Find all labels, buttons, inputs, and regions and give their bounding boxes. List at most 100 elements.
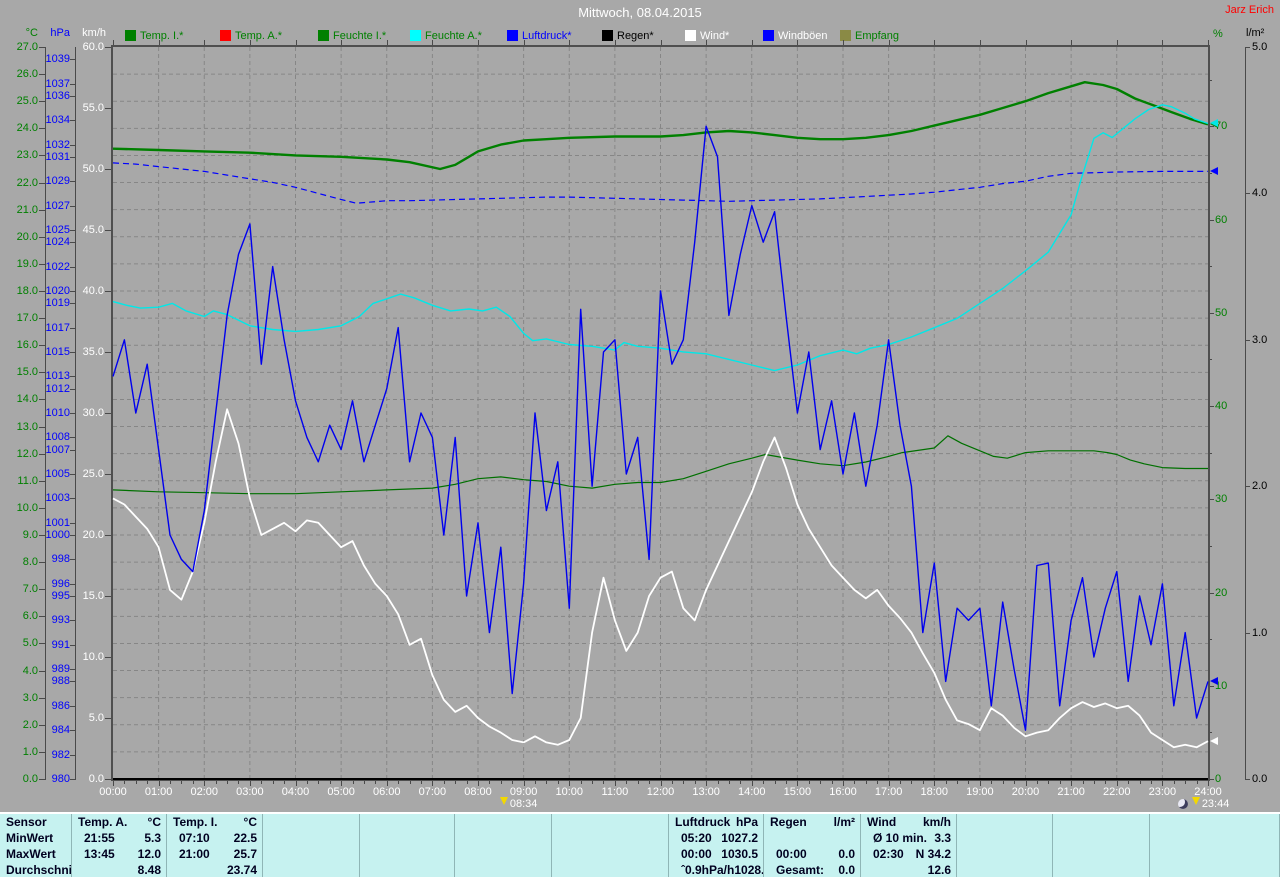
time-minor-tick	[1174, 781, 1175, 784]
humidity-tick-label: 60	[1215, 214, 1239, 226]
pressure-tick-label: 989	[30, 663, 70, 675]
wind-tick	[105, 718, 112, 719]
table-sensor-column	[263, 814, 360, 877]
legend-label: Windböen	[778, 30, 828, 42]
table-sensor-column: LuftdruckhPa05:201027.200:001030.5ˆ0.9hP…	[669, 814, 764, 877]
rain-tick	[1245, 779, 1250, 780]
pressure-tick-label: 1036	[30, 90, 70, 102]
table-sensor-column: Temp. A.°C21:555.313:4512.08.48	[72, 814, 167, 877]
celsius-tick	[39, 698, 45, 699]
table-column-header	[360, 814, 454, 830]
pressure-tick-label: 1032	[30, 139, 70, 151]
table-cell-value: 1030.5	[721, 846, 758, 862]
time-minor-tick	[375, 781, 376, 784]
pressure-tick	[70, 376, 75, 377]
table-cell-time: 05:20	[681, 830, 712, 846]
humidity-minor-tick	[1209, 546, 1212, 547]
time-minor-tick	[626, 781, 627, 784]
celsius-tick	[39, 128, 45, 129]
time-tick	[1071, 781, 1072, 786]
table-column-header: Temp. I.°C	[167, 814, 262, 830]
pressure-tick	[70, 620, 75, 621]
wind-tick-label: 50.0	[64, 163, 104, 175]
pressure-tick	[70, 96, 75, 97]
pressure-tick-label: 1019	[30, 297, 70, 309]
time-tick-top	[661, 40, 662, 45]
time-minor-tick	[786, 781, 787, 784]
event-arrow-icon	[500, 797, 508, 805]
legend-label: Regen*	[617, 30, 654, 42]
time-tick	[706, 781, 707, 786]
humidity-tick-label: 50	[1215, 307, 1239, 319]
time-tick-label: 23:00	[1140, 786, 1184, 798]
wind-tick-label: 0.0	[64, 773, 104, 785]
time-tick	[1026, 781, 1027, 786]
time-minor-tick	[330, 781, 331, 784]
table-row: 13:4512.0	[72, 846, 166, 862]
time-minor-tick	[581, 781, 582, 784]
table-cell-time: Ø 10 min.	[873, 830, 927, 846]
chart-plot-area	[113, 47, 1208, 779]
table-row	[1150, 862, 1279, 878]
table-row	[1053, 862, 1149, 878]
table-sensor-column	[360, 814, 455, 877]
wind-tick-label: 60.0	[64, 41, 104, 53]
time-tick-top	[980, 40, 981, 45]
time-minor-tick	[546, 781, 547, 784]
table-row: 00:001030.5	[669, 846, 763, 862]
time-tick	[797, 781, 798, 786]
legend-label: Luftdruck*	[522, 30, 572, 42]
table-sensor-unit: l/m²	[834, 814, 855, 830]
pressure-tick-label: 984	[30, 724, 70, 736]
celsius-tick	[39, 481, 45, 482]
table-cell-time: 21:00	[179, 846, 210, 862]
time-minor-tick	[809, 781, 810, 784]
humidity-tick	[1209, 220, 1214, 221]
legend-swatch-icon	[220, 30, 231, 41]
table-row	[360, 862, 454, 878]
time-minor-tick	[124, 781, 125, 784]
time-tick-top	[1026, 40, 1027, 45]
axis-unit-humidity: %	[1213, 28, 1223, 40]
time-minor-tick	[946, 781, 947, 784]
time-minor-tick	[877, 781, 878, 784]
legend-label: Wind*	[700, 30, 729, 42]
time-tick-top	[843, 40, 844, 45]
table-column-header	[1150, 814, 1279, 830]
time-tick	[524, 781, 525, 786]
summary-table: SensorMinWertMaxWertDurchschnittTemp. A.…	[0, 812, 1280, 881]
time-tick	[843, 781, 844, 786]
pressure-tick	[70, 120, 75, 121]
rain-tick	[1245, 193, 1250, 194]
time-minor-tick	[718, 781, 719, 784]
time-tick	[387, 781, 388, 786]
table-row	[1053, 846, 1149, 862]
event-arrow-icon	[1192, 797, 1200, 805]
legend-swatch-icon	[763, 30, 774, 41]
time-minor-tick	[558, 781, 559, 784]
page-title: Mittwoch, 08.04.2015	[0, 5, 1280, 20]
time-tick-top	[204, 40, 205, 45]
humidity-tick-label: 0	[1215, 773, 1239, 785]
pressure-tick	[70, 267, 75, 268]
time-minor-tick	[181, 781, 182, 784]
pressure-tick	[70, 584, 75, 585]
time-minor-tick	[1014, 781, 1015, 784]
celsius-tick	[39, 74, 45, 75]
rain-tick-label: 1.0	[1252, 627, 1278, 639]
pressure-tick	[70, 559, 75, 560]
legend-swatch-icon	[125, 30, 136, 41]
axis-unit-rain: l/m²	[1246, 27, 1264, 39]
time-tick	[159, 781, 160, 786]
table-row-label: MaxWert	[0, 846, 71, 862]
wind-tick	[105, 474, 112, 475]
table-cell-value: 5.3	[144, 830, 161, 846]
time-tick-label: 10:00	[547, 786, 591, 798]
time-minor-tick	[991, 781, 992, 784]
time-tick-top	[296, 40, 297, 45]
pressure-tick-label: 1008	[30, 431, 70, 443]
wind-tick-label: 55.0	[64, 102, 104, 114]
time-minor-tick	[1083, 781, 1084, 784]
celsius-tick	[39, 427, 45, 428]
time-minor-tick	[1048, 781, 1049, 784]
